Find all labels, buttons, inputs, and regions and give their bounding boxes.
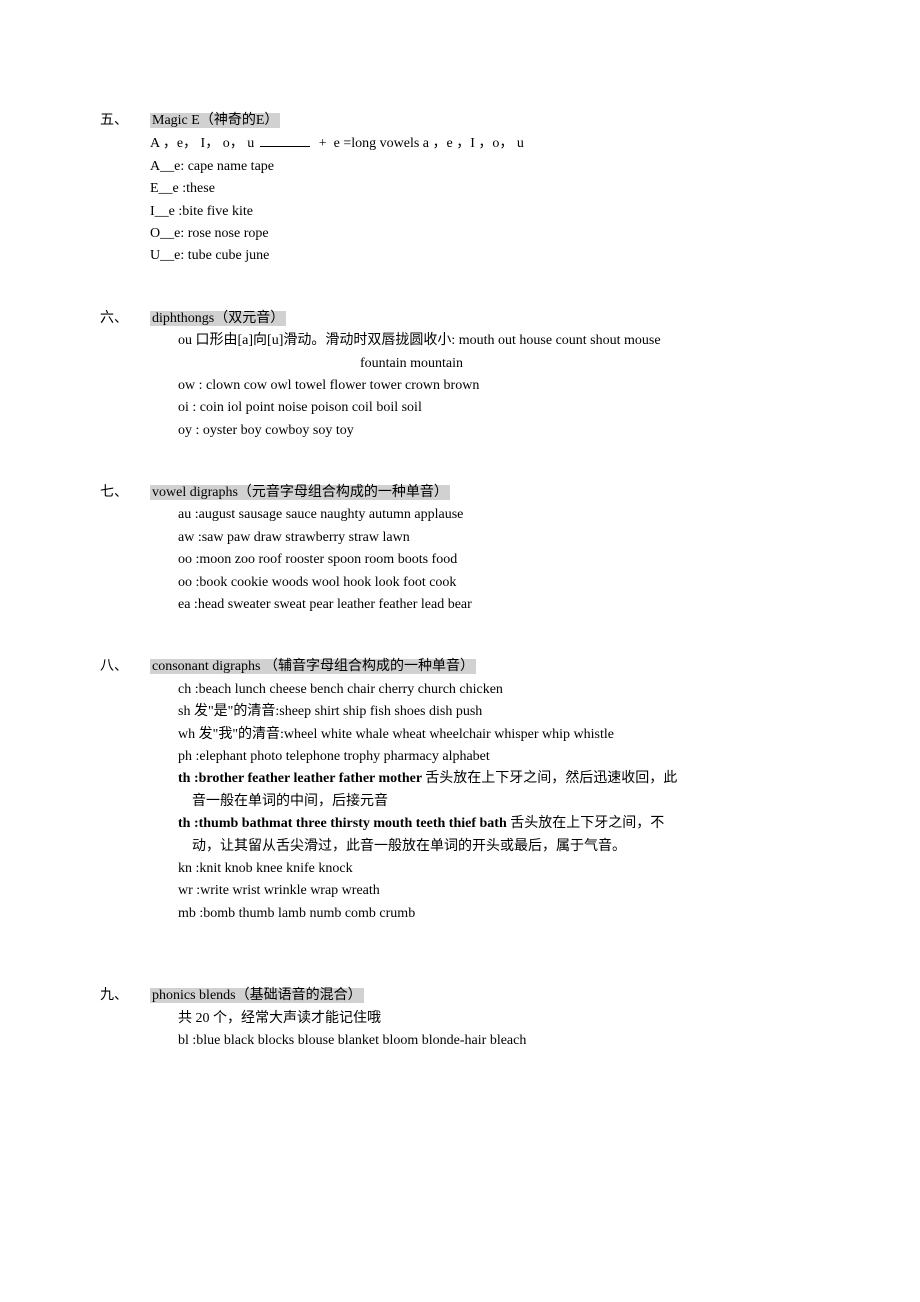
text-fragment: + e =long vowels a ，e ，I ，o， u (312, 136, 524, 151)
section-title-line: phonics blends（基础语音的混合） (150, 985, 820, 1007)
section-0: 五、Magic E（神奇的E） A ，e， I， o， u + e =long v… (100, 110, 820, 268)
section-title-line: consonant digraphs （辅音字母组合构成的一种单音） (150, 656, 820, 678)
section-number: 八、 (100, 656, 150, 678)
text-line: O__e: rose nose rope (150, 223, 820, 245)
text-fragment: A ，e， I， o， u (150, 136, 258, 151)
section-title: vowel digraphs（元音字母组合构成的一种单音） (150, 485, 450, 500)
text-fragment: 舌头放在上下牙之间，然后迅速收回，此 (425, 771, 677, 786)
text-line: E__e :these (150, 178, 820, 200)
text-line: ch :beach lunch cheese bench chair cherr… (150, 679, 820, 701)
text-line: th :brother feather leather father mothe… (150, 768, 820, 790)
bold-text: th :brother feather leather father mothe… (178, 771, 425, 786)
text-line: ow : clown cow owl towel flower tower cr… (150, 375, 820, 397)
section-number: 五、 (100, 110, 150, 132)
text-line: oy : oyster boy cowboy soy toy (150, 420, 820, 442)
text-fragment: 舌头放在上下牙之间，不 (510, 816, 664, 831)
text-line: ou 口形由[a]向[u]滑动。滑动时双唇拢圆收小: mouth out hou… (150, 330, 820, 352)
bold-text: th :thumb bathmat three thirsty mouth te… (178, 816, 510, 831)
text-line: sh 发"是"的清音:sheep shirt ship fish shoes d… (150, 701, 820, 723)
section-number: 九、 (100, 985, 150, 1007)
text-line: fountain mountain (150, 353, 820, 375)
section-title: phonics blends（基础语音的混合） (150, 988, 364, 1003)
text-line: oo :book cookie woods wool hook look foo… (150, 572, 820, 594)
text-line: A ，e， I， o， u + e =long vowels a ，e ，I ，… (150, 132, 820, 155)
section-content: vowel digraphs（元音字母组合构成的一种单音） au :august … (150, 482, 820, 616)
text-line: bl :blue black blocks blouse blanket blo… (150, 1030, 820, 1052)
text-line: oo :moon zoo roof rooster spoon room boo… (150, 549, 820, 571)
text-line: wh 发"我"的清音:wheel white whale wheat wheel… (150, 724, 820, 746)
text-line: mb :bomb thumb lamb numb comb crumb (150, 903, 820, 925)
text-line: A__e: cape name tape (150, 156, 820, 178)
text-line: au :august sausage sauce naughty autumn … (150, 504, 820, 526)
section-1: 六、diphthongs（双元音） ou 口形由[a]向[u]滑动。滑动时双唇拢圆… (100, 308, 820, 442)
text-line: wr :write wrist wrinkle wrap wreath (150, 880, 820, 902)
text-line: aw :saw paw draw strawberry straw lawn (150, 527, 820, 549)
section-title: diphthongs（双元音） (150, 311, 286, 326)
text-line: I__e :bite five kite (150, 201, 820, 223)
text-line: ph :elephant photo telephone trophy phar… (150, 746, 820, 768)
section-title: consonant digraphs （辅音字母组合构成的一种单音） (150, 659, 476, 674)
section-content: consonant digraphs （辅音字母组合构成的一种单音） ch :be… (150, 656, 820, 925)
section-title-line: diphthongs（双元音） (150, 308, 820, 330)
section-content: Magic E（神奇的E） A ，e， I， o， u + e =long vow… (150, 110, 820, 268)
text-line: ea :head sweater sweat pear leather feat… (150, 594, 820, 616)
text-line: 音一般在单词的中间，后接元音 (150, 791, 820, 813)
section-content: phonics blends（基础语音的混合） 共 20 个，经常大声读才能记住哦… (150, 985, 820, 1052)
section-title-line: Magic E（神奇的E） (150, 110, 820, 132)
text-line: kn :knit knob knee knife knock (150, 858, 820, 880)
section-title: Magic E（神奇的E） (150, 113, 280, 128)
blank-underline (260, 132, 310, 147)
section-3: 八、consonant digraphs （辅音字母组合构成的一种单音） ch :… (100, 656, 820, 925)
section-number: 六、 (100, 308, 150, 330)
section-number: 七、 (100, 482, 150, 504)
section-4: 九、phonics blends（基础语音的混合） 共 20 个，经常大声读才能记… (100, 985, 820, 1052)
section-title-line: vowel digraphs（元音字母组合构成的一种单音） (150, 482, 820, 504)
section-2: 七、vowel digraphs（元音字母组合构成的一种单音） au :augus… (100, 482, 820, 616)
text-line: 共 20 个，经常大声读才能记住哦 (150, 1008, 820, 1030)
text-line: th :thumb bathmat three thirsty mouth te… (150, 813, 820, 835)
text-line: oi : coin iol point noise poison coil bo… (150, 397, 820, 419)
document-page: 五、Magic E（神奇的E） A ，e， I， o， u + e =long v… (0, 0, 920, 1302)
text-line: 动，让其留从舌尖滑过，此音一般放在单词的开头或最后，属于气音。 (150, 836, 820, 858)
text-line: U__e: tube cube june (150, 245, 820, 267)
section-content: diphthongs（双元音） ou 口形由[a]向[u]滑动。滑动时双唇拢圆收小… (150, 308, 820, 442)
